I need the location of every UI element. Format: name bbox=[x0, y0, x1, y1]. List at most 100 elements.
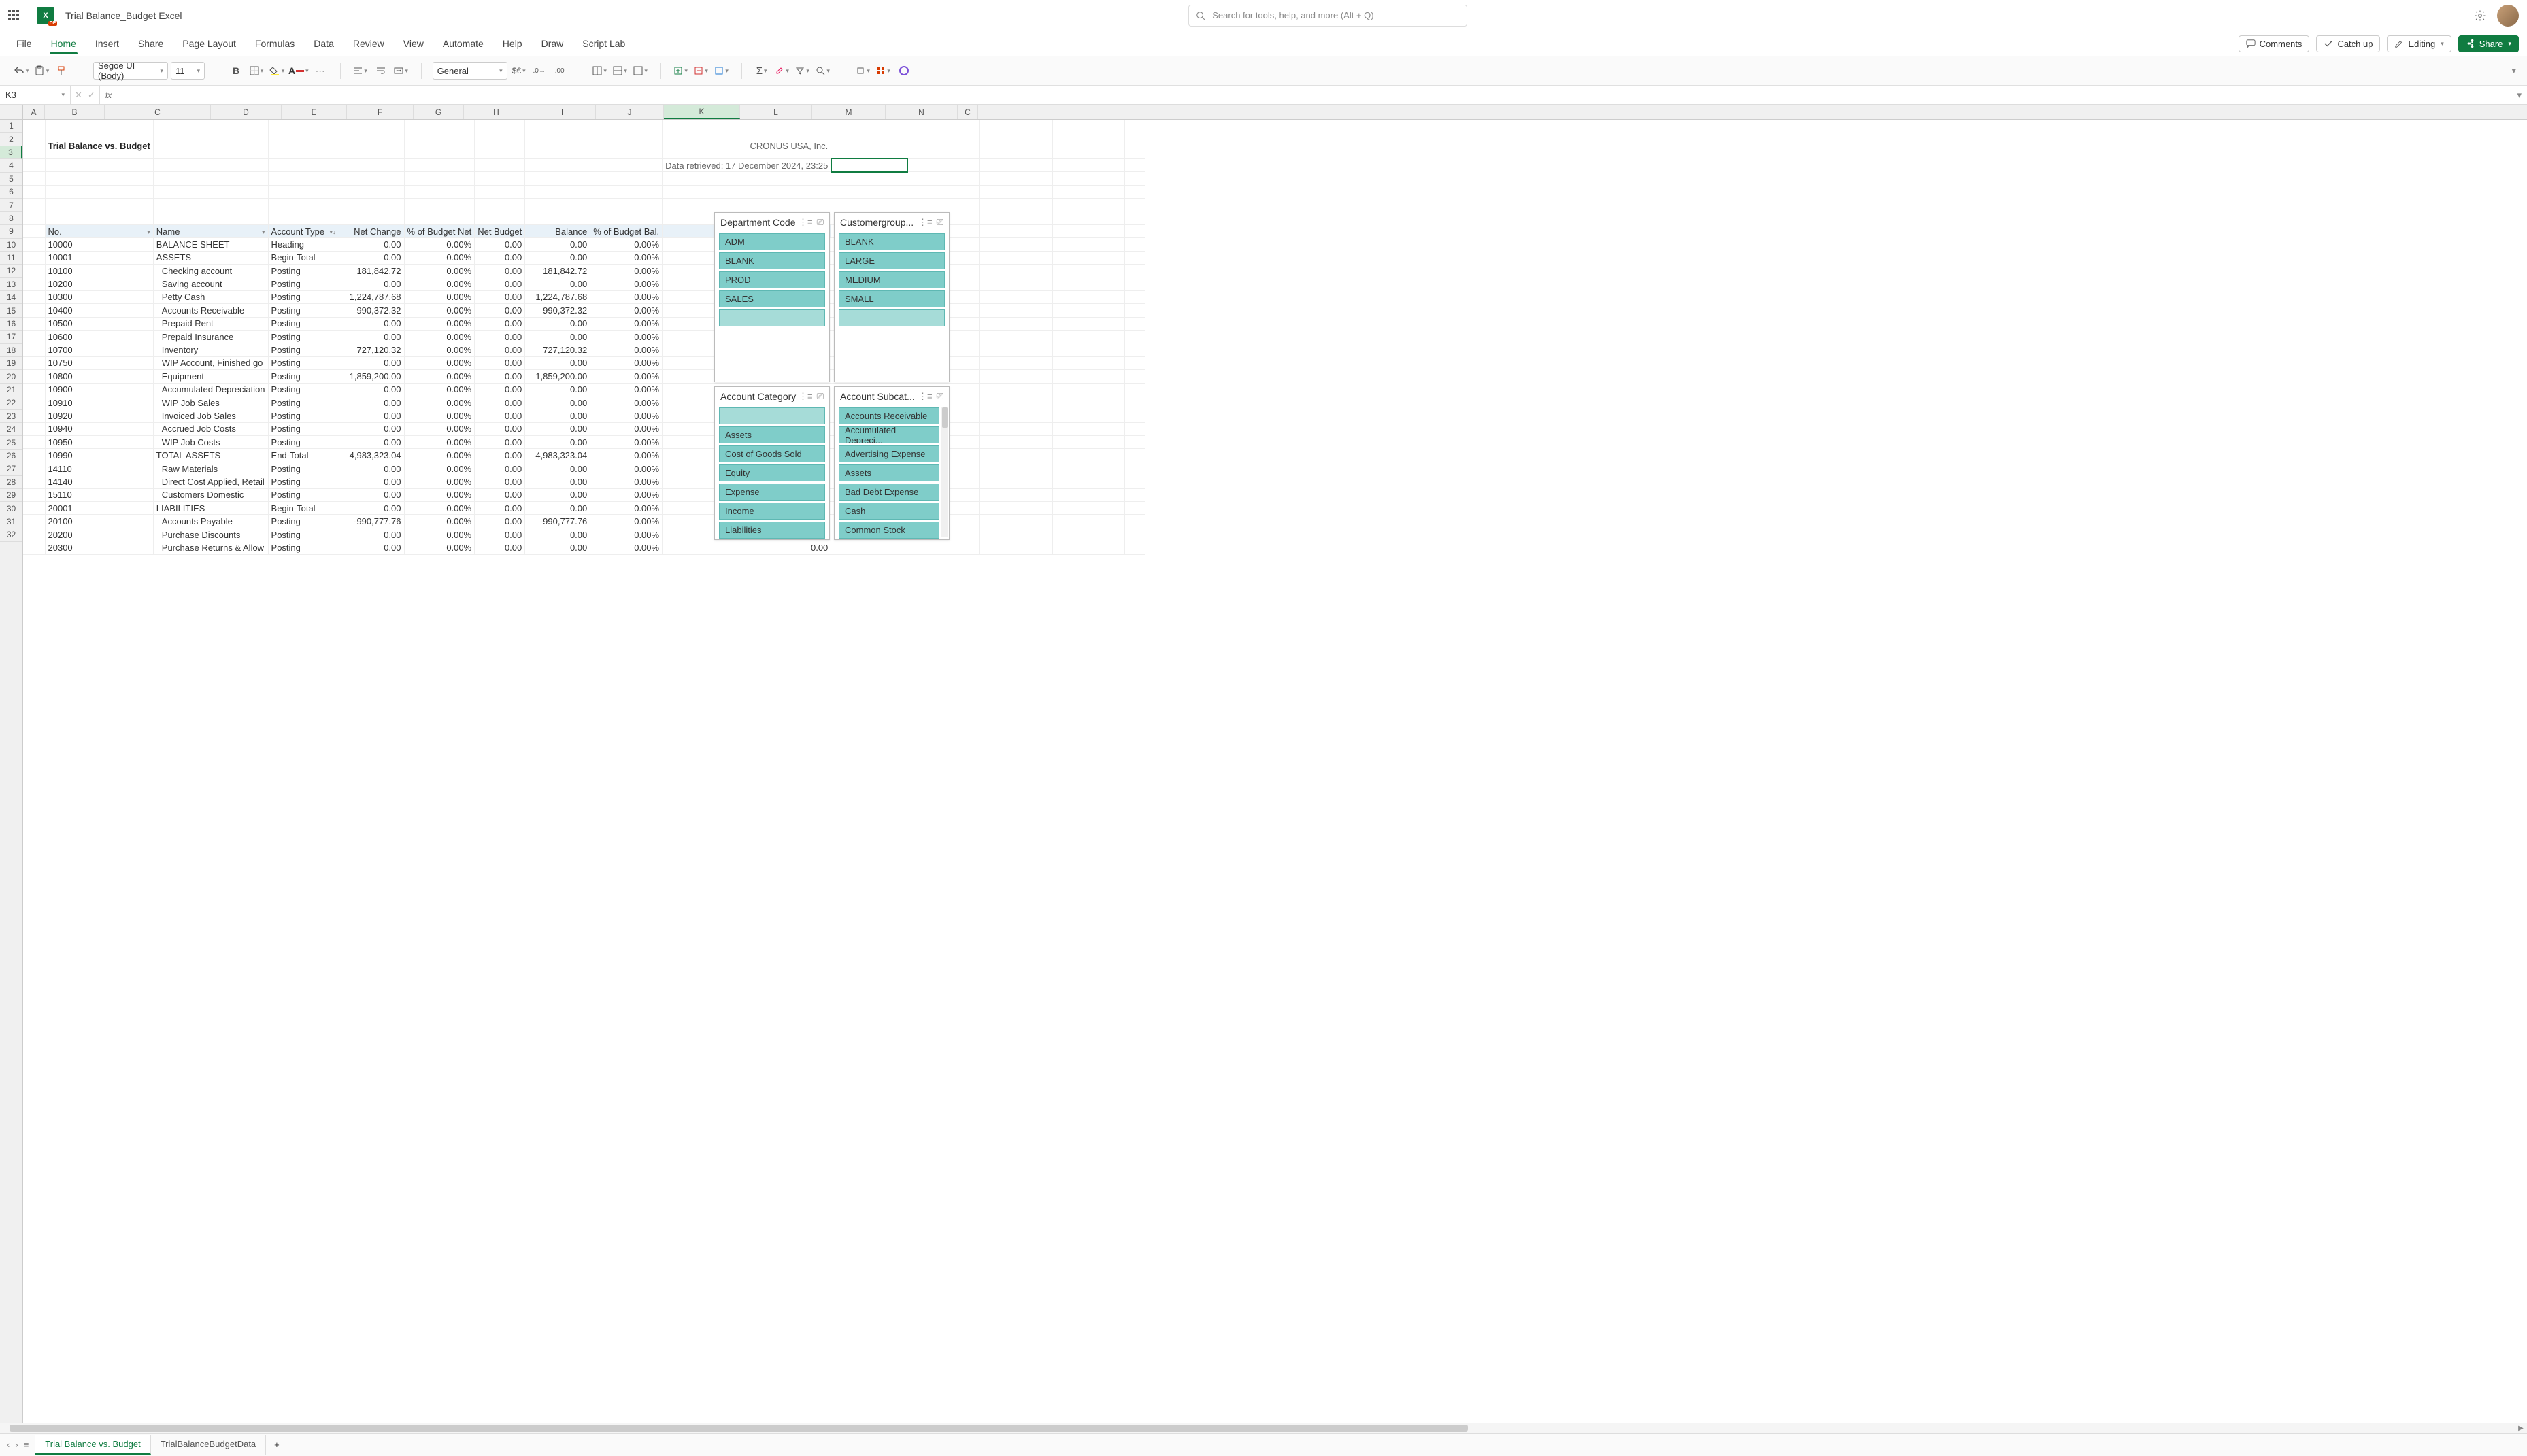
row-header[interactable]: 8 bbox=[0, 212, 22, 225]
ribbon-tab-automate[interactable]: Automate bbox=[435, 34, 492, 53]
slicer-item[interactable]: Accumulated Depreci... bbox=[839, 426, 939, 443]
fill-color-button[interactable]: ▾ bbox=[268, 62, 286, 80]
row-header[interactable]: 30 bbox=[0, 502, 22, 515]
row-header[interactable]: 26 bbox=[0, 450, 22, 462]
column-header[interactable]: C bbox=[958, 105, 978, 119]
settings-icon[interactable] bbox=[2474, 10, 2486, 22]
column-header[interactable]: C bbox=[105, 105, 211, 119]
multi-select-icon[interactable]: ⋮≡ bbox=[918, 391, 933, 402]
add-sheet-button[interactable]: + bbox=[266, 1440, 288, 1450]
row-header[interactable]: 19 bbox=[0, 357, 22, 370]
row-header[interactable]: 6 bbox=[0, 186, 22, 199]
row-header[interactable]: 7 bbox=[0, 199, 22, 211]
column-headers[interactable]: ABCDEFGHIJKLMNC bbox=[23, 105, 2527, 120]
clear-filter-icon[interactable]: ⎚ bbox=[937, 217, 943, 228]
paste-button[interactable]: ▾ bbox=[33, 62, 50, 80]
ribbon-tab-view[interactable]: View bbox=[395, 34, 432, 53]
insert-cells-button[interactable]: ▾ bbox=[591, 62, 609, 80]
row-header[interactable]: 11 bbox=[0, 252, 22, 265]
app-launcher-icon[interactable] bbox=[8, 10, 20, 22]
row-header[interactable]: 12 bbox=[0, 265, 22, 277]
slicer-item[interactable]: Bad Debt Expense bbox=[839, 484, 939, 501]
slicer-item[interactable]: Liabilities bbox=[719, 522, 825, 539]
column-header[interactable]: J bbox=[596, 105, 664, 119]
excel-app-icon[interactable]: X bbox=[37, 7, 54, 24]
slicer-item[interactable]: SALES bbox=[719, 290, 825, 307]
row-header[interactable]: 15 bbox=[0, 304, 22, 317]
horizontal-scrollbar[interactable] bbox=[0, 1423, 2515, 1433]
table-row[interactable]: 10800EquipmentPosting1,859,200.000.00%0.… bbox=[23, 370, 1145, 383]
slicer-account-subcategory[interactable]: Account Subcat... ⋮≡⎚ Accounts Receivabl… bbox=[834, 386, 950, 540]
slicer-item[interactable]: Equity bbox=[719, 464, 825, 481]
slicer-item[interactable]: Common Stock bbox=[839, 522, 939, 539]
table-row[interactable]: 14140Direct Cost Applied, RetailPosting0… bbox=[23, 475, 1145, 488]
multi-select-icon[interactable]: ⋮≡ bbox=[799, 391, 813, 402]
table-row[interactable]: 10940Accrued Job CostsPosting0.000.00%0.… bbox=[23, 422, 1145, 435]
worksheet-grid[interactable]: ABCDEFGHIJKLMNC 123456789101112131415161… bbox=[0, 105, 2527, 1433]
document-title[interactable]: Trial Balance_Budget Excel bbox=[65, 10, 182, 21]
ribbon-tab-review[interactable]: Review bbox=[345, 34, 392, 53]
row-header[interactable]: 20 bbox=[0, 370, 22, 383]
number-format-select[interactable]: General▾ bbox=[433, 62, 507, 80]
row-header[interactable]: 3 bbox=[0, 146, 22, 159]
row-headers[interactable]: 1234567891011121314151617181920212223242… bbox=[0, 120, 23, 1433]
merge-button[interactable]: ▾ bbox=[392, 62, 410, 80]
formula-input[interactable] bbox=[117, 86, 2511, 104]
row-header[interactable]: 1 bbox=[0, 120, 22, 133]
slicer-item[interactable]: Advertising Expense bbox=[839, 445, 939, 462]
ribbon-tab-share[interactable]: Share bbox=[130, 34, 171, 53]
column-header[interactable]: E bbox=[282, 105, 347, 119]
row-header[interactable]: 31 bbox=[0, 515, 22, 528]
format-cells-button[interactable]: ▾ bbox=[632, 62, 650, 80]
name-box[interactable]: K3▾ bbox=[0, 86, 71, 104]
table-row[interactable]: 10900Accumulated DepreciationPosting0.00… bbox=[23, 383, 1145, 396]
row-header[interactable]: 18 bbox=[0, 344, 22, 357]
slicer-item[interactable]: MEDIUM bbox=[839, 271, 945, 288]
insert-button[interactable]: ▾ bbox=[672, 62, 690, 80]
row-header[interactable]: 9 bbox=[0, 225, 22, 238]
search-input[interactable]: Search for tools, help, and more (Alt + … bbox=[1188, 5, 1467, 27]
slicer-item[interactable]: Assets bbox=[839, 464, 939, 481]
row-header[interactable]: 25 bbox=[0, 436, 22, 449]
scroll-right-button[interactable]: ▶ bbox=[2515, 1423, 2527, 1433]
column-header[interactable]: N bbox=[886, 105, 958, 119]
ribbon-tab-home[interactable]: Home bbox=[43, 34, 84, 53]
ribbon-tab-insert[interactable]: Insert bbox=[87, 34, 127, 53]
find-button[interactable]: ▾ bbox=[814, 62, 832, 80]
comments-button[interactable]: Comments bbox=[2239, 35, 2310, 52]
slicer-item[interactable]: BLANK bbox=[839, 233, 945, 250]
increase-decimal-button[interactable]: .00 bbox=[551, 62, 569, 80]
fx-icon[interactable]: fx bbox=[100, 90, 117, 100]
column-header[interactable]: I bbox=[529, 105, 596, 119]
row-header[interactable]: 29 bbox=[0, 489, 22, 502]
slicer-item[interactable]: ADM bbox=[719, 233, 825, 250]
copilot-button[interactable] bbox=[895, 62, 913, 80]
all-sheets-button[interactable]: ≡ bbox=[24, 1440, 29, 1450]
font-size-select[interactable]: 11▾ bbox=[171, 62, 205, 80]
delete-button[interactable]: ▾ bbox=[692, 62, 710, 80]
font-color-button[interactable]: A▾ bbox=[288, 62, 309, 80]
sort-filter-button[interactable]: ▾ bbox=[794, 62, 811, 80]
ribbon-tab-formulas[interactable]: Formulas bbox=[247, 34, 303, 53]
toolbar-overflow-button[interactable]: ▾ bbox=[2509, 63, 2519, 79]
table-row[interactable]: 20100Accounts PayablePosting-990,777.760… bbox=[23, 515, 1145, 528]
column-header[interactable]: K bbox=[664, 105, 740, 119]
accept-formula-icon[interactable]: ✓ bbox=[88, 90, 95, 101]
bold-button[interactable]: B bbox=[227, 62, 245, 80]
clear-filter-icon[interactable]: ⎚ bbox=[817, 217, 824, 228]
slicer-item[interactable] bbox=[719, 407, 825, 424]
ribbon-tab-help[interactable]: Help bbox=[495, 34, 531, 53]
cancel-formula-icon[interactable]: ✕ bbox=[75, 90, 82, 101]
multi-select-icon[interactable]: ⋮≡ bbox=[918, 217, 933, 228]
row-header[interactable]: 24 bbox=[0, 423, 22, 436]
column-header[interactable]: M bbox=[812, 105, 886, 119]
column-header[interactable]: L bbox=[740, 105, 812, 119]
table-row[interactable]: 20300Purchase Returns & AllowPosting0.00… bbox=[23, 541, 1145, 554]
slicer-item[interactable] bbox=[719, 309, 825, 326]
slicer-item[interactable]: SMALL bbox=[839, 290, 945, 307]
row-header[interactable]: 27 bbox=[0, 462, 22, 475]
column-header[interactable]: H bbox=[464, 105, 529, 119]
table-row[interactable]: 10920Invoiced Job SalesPosting0.000.00%0… bbox=[23, 409, 1145, 422]
row-header[interactable]: 2 bbox=[0, 133, 22, 146]
slicer-account-category[interactable]: Account Category ⋮≡⎚ AssetsCost of Goods… bbox=[714, 386, 830, 540]
